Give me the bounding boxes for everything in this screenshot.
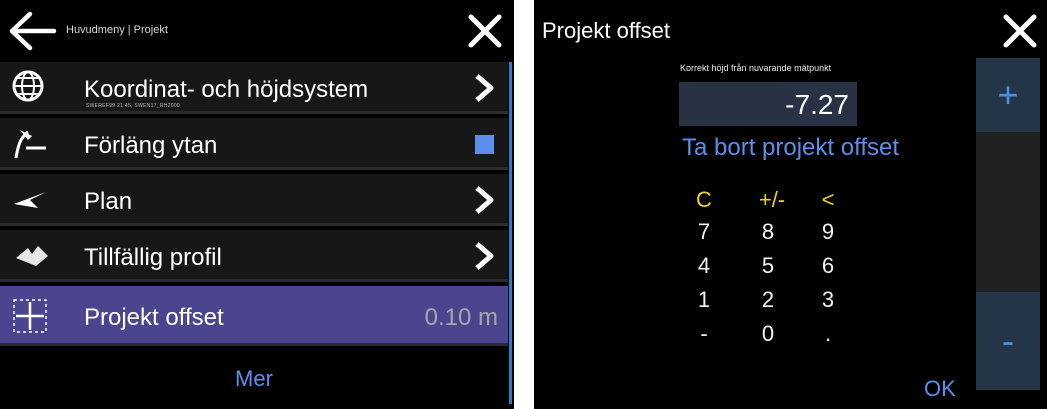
ok-button[interactable]: OK [924,376,956,402]
profile-icon [6,236,58,276]
project-offset-dialog: Projekt offset Korrekt höjd från nuvaran… [534,0,1047,409]
increment-button[interactable]: + [976,58,1040,132]
breadcrumb: Huvudmeny | Projekt [66,24,168,36]
more-label: Mer [235,366,273,391]
decrement-button[interactable]: - [976,292,1040,390]
close-icon[interactable] [466,12,504,50]
menu-item-coordinate-system[interactable]: Koordinat- och höjdsystem SWEREF99 21 45… [0,62,508,114]
remove-offset-button[interactable]: Ta bort projekt offset [682,134,899,162]
scrollbar[interactable] [509,62,512,404]
plus-icon: + [997,74,1019,115]
dialog-title: Projekt offset [542,18,670,43]
menu-item-sublabel: SWEREF99 21 45, SWEN17_RH2000 [86,103,181,109]
key-9[interactable]: 9 [810,218,846,246]
key-8[interactable]: 8 [750,218,786,246]
menu-item-plane[interactable]: Plan [0,174,508,226]
chevron-right-icon [472,241,496,271]
globe-icon [6,68,58,108]
key-2[interactable]: 2 [750,286,786,314]
key-backspace[interactable]: < [810,186,846,214]
extend-surface-checkbox[interactable] [475,135,494,154]
key-decimal[interactable]: . [810,320,846,348]
menu-header: Huvudmeny | Projekt [0,0,514,60]
key-6[interactable]: 6 [810,252,846,280]
offset-value: -7.27 [785,89,849,120]
back-arrow-icon[interactable] [8,10,58,52]
project-offset-value: 0.10 m [424,304,498,331]
minus-icon: - [1002,320,1014,361]
plane-icon [6,180,58,220]
key-minus[interactable]: - [686,320,722,348]
project-menu-screen: Huvudmeny | Projekt Koordinat- och höjds… [0,0,514,409]
menu-item-temporary-profile[interactable]: Tillfällig profil [0,230,508,282]
menu-item-label: Tillfällig profil [84,244,222,271]
key-4[interactable]: 4 [686,252,722,280]
extend-surface-icon [6,124,58,164]
key-3[interactable]: 3 [810,286,846,314]
offset-value-field[interactable]: -7.27 [679,82,857,126]
menu-item-project-offset[interactable]: Projekt offset 0.10 m [0,286,508,346]
offset-caption: Korrekt höjd från nuvarande mätpunkt [680,63,832,73]
menu-item-label: Koordinat- och höjdsystem [84,76,369,103]
key-clear[interactable]: C [686,186,722,214]
key-0[interactable]: 0 [750,320,786,348]
key-7[interactable]: 7 [686,218,722,246]
key-plus-minus[interactable]: +/- [754,186,790,214]
menu-item-extend-surface[interactable]: Förläng ytan [0,118,508,170]
key-1[interactable]: 1 [686,286,722,314]
offset-icon [6,296,58,336]
menu-item-label: Projekt offset [84,304,224,331]
key-5[interactable]: 5 [750,252,786,280]
more-button[interactable]: Mer [0,348,508,409]
chevron-right-icon [472,73,496,103]
close-icon[interactable] [1001,12,1039,50]
menu-item-label: Förläng ytan [84,132,218,159]
menu-item-label: Plan [84,188,133,215]
chevron-right-icon [472,185,496,215]
